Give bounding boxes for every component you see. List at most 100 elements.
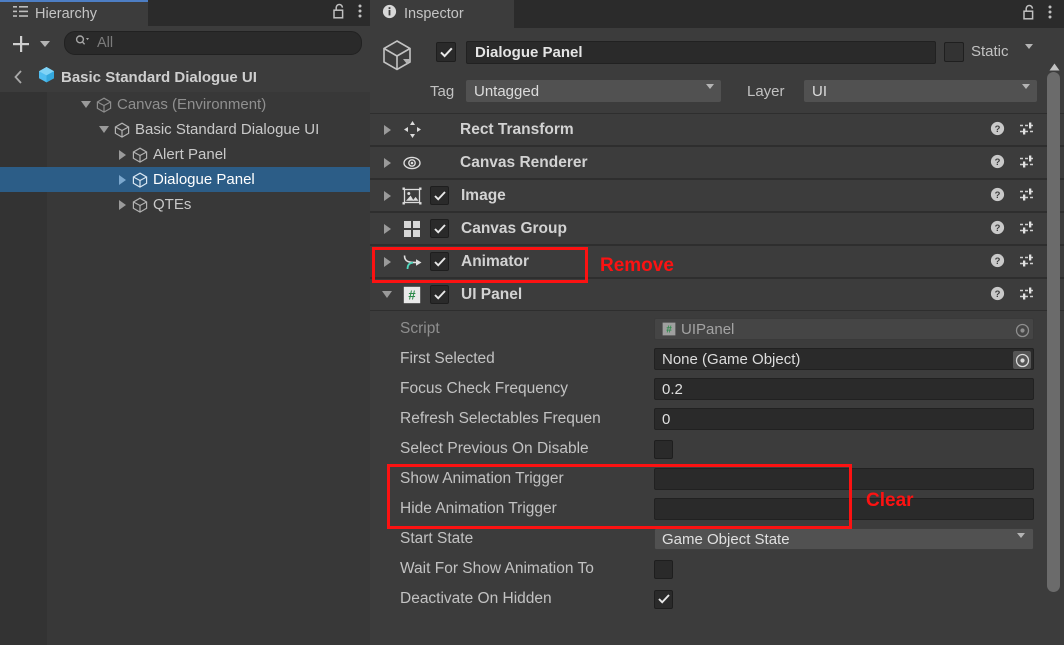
component-ui-panel[interactable]: # UI Panel ?	[370, 278, 1064, 311]
preset-sliders-icon[interactable]	[1019, 253, 1036, 273]
annotation-label-clear: Clear	[866, 490, 914, 511]
expand-arrow-right-icon[interactable]	[374, 256, 400, 267]
expand-arrow-down-icon[interactable]	[78, 101, 94, 108]
property-script: Script # UIPanel	[370, 314, 1064, 344]
component-enabled-checkbox[interactable]	[430, 186, 449, 205]
hide-animation-trigger-input[interactable]	[654, 498, 1034, 520]
property-start-state: Start State Game Object State	[370, 524, 1064, 555]
static-dropdown-caret[interactable]	[1025, 44, 1033, 67]
property-select-previous-on-disable: Select Previous On Disable	[370, 434, 1064, 464]
info-circle-icon	[382, 4, 397, 24]
hierarchy-item-alert-panel[interactable]: Alert Panel	[0, 142, 370, 167]
hierarchy-item-canvas-environment[interactable]: Canvas (Environment)	[0, 92, 370, 117]
help-question-icon[interactable]: ?	[990, 154, 1005, 174]
hierarchy-item-label: Alert Panel	[153, 146, 227, 163]
property-label: Wait For Show Animation To	[400, 560, 594, 577]
svg-text:?: ?	[995, 223, 1001, 234]
component-enabled-checkbox[interactable]	[430, 252, 449, 271]
help-question-icon[interactable]: ?	[990, 286, 1005, 306]
gameobject-name-field[interactable]: Dialogue Panel	[466, 41, 936, 64]
help-question-icon[interactable]: ?	[990, 253, 1005, 273]
component-name: Rect Transform	[460, 120, 574, 138]
property-label: Focus Check Frequency	[400, 380, 568, 397]
kebab-menu-icon[interactable]	[358, 3, 362, 24]
component-enabled-checkbox[interactable]	[430, 219, 449, 238]
start-state-dropdown[interactable]: Game Object State	[654, 528, 1034, 555]
expand-arrow-right-icon[interactable]	[114, 199, 130, 210]
chevron-down-icon	[706, 84, 714, 106]
start-state-value: Game Object State	[662, 530, 790, 548]
hierarchy-item-dialogue-panel[interactable]: Dialogue Panel	[0, 167, 370, 192]
kebab-menu-icon[interactable]	[1048, 4, 1052, 25]
hierarchy-item-label: QTEs	[153, 196, 192, 213]
tab-hierarchy[interactable]: Hierarchy	[0, 0, 148, 26]
show-animation-trigger-input[interactable]	[654, 468, 1034, 490]
component-rect-transform[interactable]: Rect Transform ?	[370, 113, 1064, 146]
svg-text:#: #	[408, 287, 416, 302]
expand-arrow-right-icon[interactable]	[374, 223, 400, 234]
gameobject-header: Dialogue Panel Static	[370, 28, 1064, 81]
object-picker-icon[interactable]	[1013, 351, 1031, 369]
padlock-open-icon[interactable]	[333, 3, 346, 24]
expand-arrow-right-icon[interactable]	[114, 149, 130, 160]
hierarchy-item-label: Basic Standard Dialogue UI	[135, 121, 320, 138]
component-enabled-checkbox[interactable]	[430, 285, 449, 304]
gameobject-enabled-checkbox[interactable]	[436, 42, 456, 62]
preset-sliders-icon[interactable]	[1019, 121, 1036, 141]
static-checkbox[interactable]	[944, 42, 964, 62]
component-name: Image	[461, 186, 506, 204]
expand-arrow-right-icon[interactable]	[374, 157, 400, 168]
property-label: Select Previous On Disable	[400, 440, 589, 457]
help-question-icon[interactable]: ?	[990, 121, 1005, 141]
property-refresh-selectables-frequency: Refresh Selectables Frequen 0	[370, 404, 1064, 434]
hierarchy-item-label: Canvas (Environment)	[117, 96, 267, 113]
scrollbar-thumb[interactable]	[1047, 72, 1060, 592]
property-label: Script	[400, 320, 440, 337]
svg-text:?: ?	[995, 256, 1001, 267]
component-row-actions: ?	[990, 246, 1054, 279]
tag-dropdown[interactable]: Untagged	[466, 80, 721, 106]
expand-arrow-right-icon[interactable]	[114, 174, 130, 185]
select-previous-on-disable-checkbox[interactable]	[654, 439, 673, 459]
inspector-body: Dialogue Panel Static Tag Untagged Layer…	[370, 28, 1064, 645]
preset-sliders-icon[interactable]	[1019, 220, 1036, 240]
padlock-open-icon[interactable]	[1023, 4, 1036, 25]
hierarchy-tab-icons	[333, 0, 362, 26]
component-name: Animator	[461, 252, 530, 270]
object-picker-icon[interactable]	[1013, 321, 1031, 339]
expand-arrow-right-icon[interactable]	[374, 190, 400, 201]
layer-dropdown[interactable]: UI	[804, 80, 1037, 106]
help-question-icon[interactable]: ?	[990, 220, 1005, 240]
expand-arrow-down-icon[interactable]	[374, 291, 400, 298]
focus-check-frequency-input[interactable]: 0.2	[654, 378, 1034, 400]
inspector-scrollbar[interactable]	[1046, 58, 1062, 645]
chevron-down-icon	[1022, 84, 1030, 106]
add-gameobject-dropdown[interactable]	[36, 32, 54, 56]
component-canvas-renderer[interactable]: Canvas Renderer ?	[370, 146, 1064, 179]
svg-text:?: ?	[995, 124, 1001, 135]
property-label: Deactivate On Hidden	[400, 590, 552, 607]
component-animator[interactable]: Animator ?	[370, 245, 1064, 278]
chevron-left-icon[interactable]	[4, 69, 32, 85]
component-image[interactable]: Image ?	[370, 179, 1064, 212]
script-field: # UIPanel	[654, 318, 1034, 340]
first-selected-value: None (Game Object)	[662, 350, 801, 368]
add-gameobject-button[interactable]	[8, 32, 34, 56]
expand-arrow-down-icon[interactable]	[96, 126, 112, 133]
hierarchy-item-basic-standard-dialogue-ui[interactable]: Basic Standard Dialogue UI	[0, 117, 370, 142]
wait-for-show-animation-checkbox[interactable]	[654, 559, 673, 579]
expand-arrow-right-icon[interactable]	[374, 124, 400, 135]
preset-sliders-icon[interactable]	[1019, 286, 1036, 306]
property-wait-for-show-animation: Wait For Show Animation To	[370, 554, 1064, 584]
first-selected-field[interactable]: None (Game Object)	[654, 348, 1034, 370]
help-question-icon[interactable]: ?	[990, 187, 1005, 207]
deactivate-on-hidden-checkbox[interactable]	[654, 589, 673, 609]
search-input[interactable]: All	[64, 31, 362, 55]
preset-sliders-icon[interactable]	[1019, 154, 1036, 174]
preset-sliders-icon[interactable]	[1019, 187, 1036, 207]
component-canvas-group[interactable]: Canvas Group ?	[370, 212, 1064, 245]
tab-inspector[interactable]: Inspector	[370, 0, 514, 28]
refresh-selectables-frequency-input[interactable]: 0	[654, 408, 1034, 430]
prefab-breadcrumb-label[interactable]: Basic Standard Dialogue UI	[61, 69, 257, 86]
hierarchy-item-qtes[interactable]: QTEs	[0, 192, 370, 217]
